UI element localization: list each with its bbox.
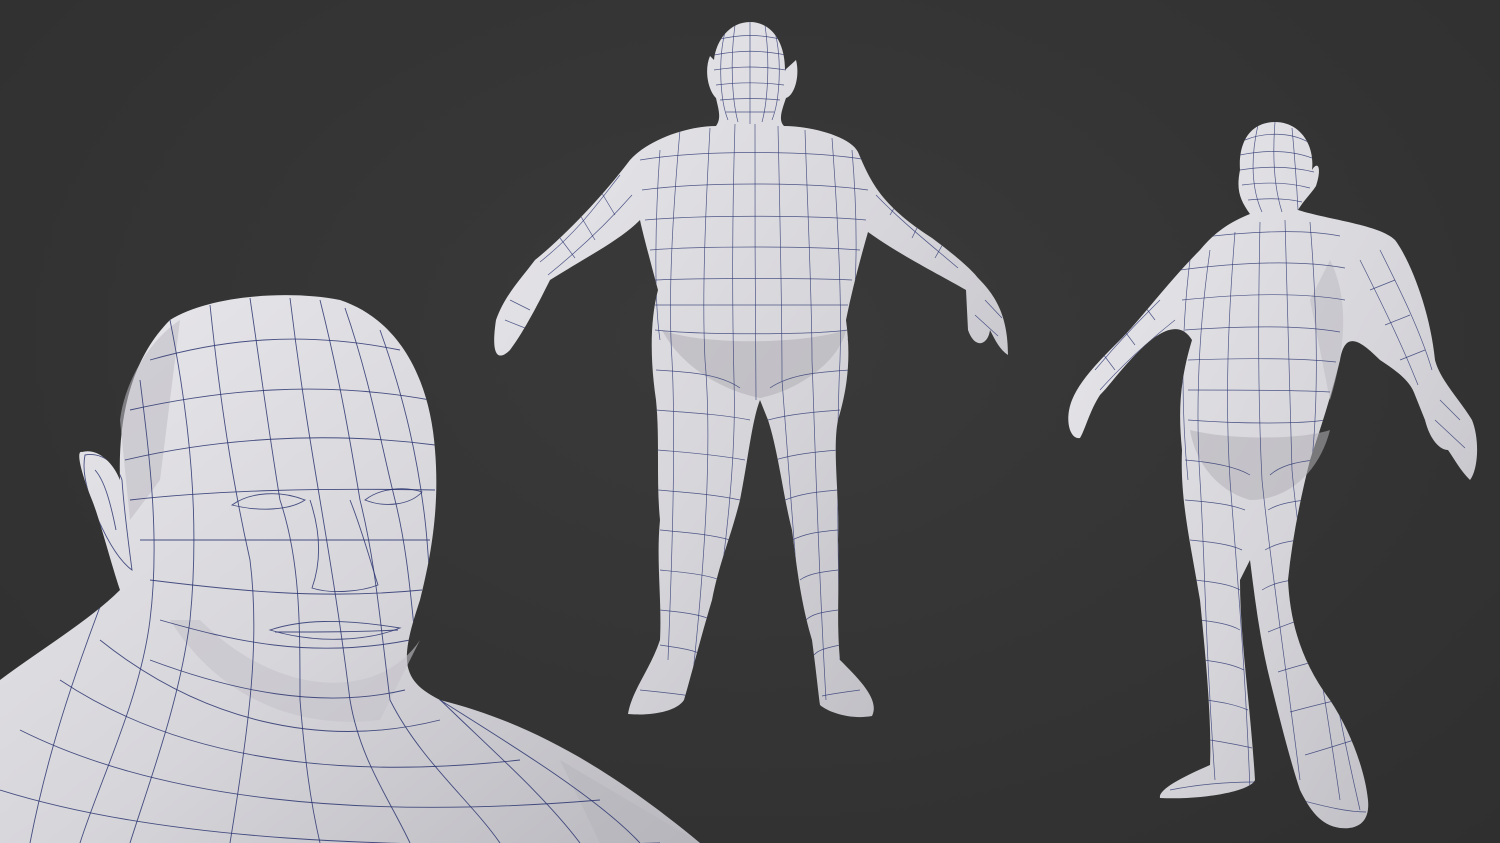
render-viewport xyxy=(0,0,1500,843)
three-quarter-view xyxy=(1068,122,1478,829)
front-view xyxy=(494,22,1008,718)
head-closeup-view xyxy=(0,295,700,843)
mesh-render xyxy=(0,22,1478,843)
